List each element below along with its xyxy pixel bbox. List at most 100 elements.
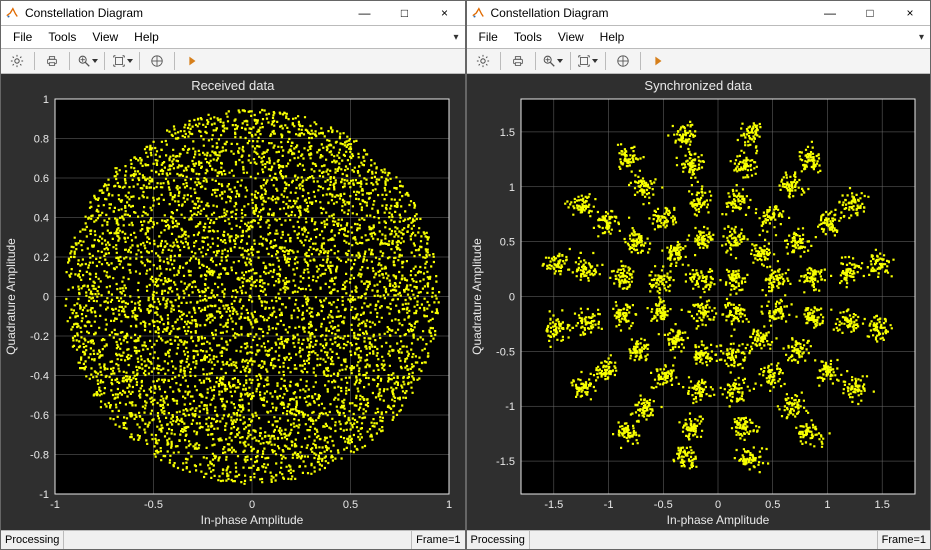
status-left: Processing bbox=[1, 531, 64, 549]
plot-title: Received data bbox=[1, 74, 465, 95]
menu-tools[interactable]: Tools bbox=[40, 28, 84, 46]
statusbar: Processing Frame=1 bbox=[1, 530, 465, 549]
svg-text:-0.5: -0.5 bbox=[496, 346, 515, 358]
toolbar-separator bbox=[640, 52, 641, 70]
print-button[interactable] bbox=[506, 51, 530, 71]
signal-play-icon bbox=[651, 54, 665, 68]
zoom-in-button[interactable] bbox=[541, 51, 565, 71]
status-left: Processing bbox=[467, 531, 530, 549]
matlab-app-icon bbox=[5, 6, 19, 20]
gear-button[interactable] bbox=[5, 51, 29, 71]
menu-view[interactable]: View bbox=[84, 28, 126, 46]
constellation-plot: -1-0.500.51-1-0.8-0.6-0.4-0.200.20.40.60… bbox=[1, 95, 465, 530]
zoom-in-button[interactable] bbox=[75, 51, 99, 71]
signal-play-button[interactable] bbox=[180, 51, 204, 71]
toolbar-separator bbox=[139, 52, 140, 70]
toolstrip-dropdown-icon[interactable]: ▾ bbox=[908, 32, 926, 43]
zoom-in-icon bbox=[542, 54, 556, 68]
signal-play-button[interactable] bbox=[646, 51, 670, 71]
svg-text:1.5: 1.5 bbox=[499, 127, 514, 139]
svg-text:-0.8: -0.8 bbox=[30, 450, 49, 462]
toolstrip-dropdown-icon[interactable]: ▾ bbox=[443, 32, 461, 43]
menu-file[interactable]: File bbox=[471, 28, 506, 46]
svg-text:0.2: 0.2 bbox=[34, 252, 49, 264]
svg-text:-0.2: -0.2 bbox=[30, 331, 49, 343]
status-right: Frame=1 bbox=[411, 531, 464, 549]
svg-text:1: 1 bbox=[824, 499, 830, 511]
constellation-icon bbox=[150, 54, 164, 68]
svg-text:-1: -1 bbox=[505, 401, 515, 413]
autoscale-icon bbox=[112, 54, 126, 68]
svg-text:-1: -1 bbox=[50, 499, 60, 511]
figure-window: Constellation Diagram — □ × FileToolsVie… bbox=[0, 0, 466, 550]
zoom-in-icon bbox=[77, 54, 91, 68]
matlab-app-icon bbox=[471, 6, 485, 20]
y-axis-label: Quadrature Amplitude bbox=[470, 238, 484, 355]
menu-file[interactable]: File bbox=[5, 28, 40, 46]
menu-view[interactable]: View bbox=[550, 28, 592, 46]
svg-text:0.5: 0.5 bbox=[343, 499, 358, 511]
titlebar: Constellation Diagram — □ × bbox=[467, 1, 931, 26]
print-button[interactable] bbox=[40, 51, 64, 71]
svg-text:-0.4: -0.4 bbox=[30, 371, 49, 383]
x-axis-label: In-phase Amplitude bbox=[666, 513, 769, 527]
status-right: Frame=1 bbox=[877, 531, 930, 549]
toolbar-separator bbox=[34, 52, 35, 70]
x-axis-label: In-phase Amplitude bbox=[201, 513, 304, 527]
constellation-button[interactable] bbox=[145, 51, 169, 71]
maximize-button[interactable]: □ bbox=[385, 1, 425, 25]
signal-play-icon bbox=[185, 54, 199, 68]
gear-icon bbox=[10, 54, 24, 68]
svg-text:0: 0 bbox=[714, 499, 720, 511]
menubar: FileToolsViewHelp ▾ bbox=[467, 26, 931, 49]
toolbar bbox=[1, 49, 465, 74]
svg-text:1: 1 bbox=[508, 182, 514, 194]
svg-text:0: 0 bbox=[249, 499, 255, 511]
toolbar bbox=[467, 49, 931, 74]
caret-down-icon bbox=[592, 59, 598, 63]
svg-text:0.5: 0.5 bbox=[765, 499, 780, 511]
svg-text:-1.5: -1.5 bbox=[496, 456, 515, 468]
close-button[interactable]: × bbox=[425, 1, 465, 25]
svg-text:-1.5: -1.5 bbox=[544, 499, 563, 511]
autoscale-icon bbox=[577, 54, 591, 68]
statusbar: Processing Frame=1 bbox=[467, 530, 931, 549]
svg-text:0.6: 0.6 bbox=[34, 173, 49, 185]
svg-text:-0.6: -0.6 bbox=[30, 410, 49, 422]
autoscale-button[interactable] bbox=[576, 51, 600, 71]
svg-text:0.4: 0.4 bbox=[34, 213, 49, 225]
caret-down-icon bbox=[127, 59, 133, 63]
svg-text:-0.5: -0.5 bbox=[144, 499, 163, 511]
gear-button[interactable] bbox=[471, 51, 495, 71]
svg-text:0.8: 0.8 bbox=[34, 134, 49, 146]
menu-tools[interactable]: Tools bbox=[506, 28, 550, 46]
toolbar-separator bbox=[104, 52, 105, 70]
plot-canvas[interactable]: -1.5-1-0.500.511.5-1.5-1-0.500.511.5In-p… bbox=[467, 95, 931, 530]
minimize-button[interactable]: — bbox=[810, 1, 850, 25]
plot-area[interactable]: Synchronized data -1.5-1-0.500.511.5-1.5… bbox=[467, 74, 931, 530]
svg-text:-1: -1 bbox=[39, 489, 49, 501]
minimize-button[interactable]: — bbox=[345, 1, 385, 25]
menu-help[interactable]: Help bbox=[126, 28, 167, 46]
toolbar-separator bbox=[69, 52, 70, 70]
svg-text:1: 1 bbox=[446, 499, 452, 511]
toolbar-separator bbox=[535, 52, 536, 70]
maximize-button[interactable]: □ bbox=[850, 1, 890, 25]
plot-area[interactable]: Received data -1 -0.5 0 0.5 1 -1 -0.8 -0.6 -0.4 -… bbox=[1, 74, 465, 530]
toolbar-separator bbox=[570, 52, 571, 70]
toolbar-separator bbox=[605, 52, 606, 70]
svg-text:1.5: 1.5 bbox=[874, 499, 889, 511]
constellation-button[interactable] bbox=[611, 51, 635, 71]
toolbar-separator bbox=[174, 52, 175, 70]
y-axis-label: Quadrature Amplitude bbox=[4, 238, 18, 355]
titlebar: Constellation Diagram — □ × bbox=[1, 1, 465, 26]
menu-help[interactable]: Help bbox=[592, 28, 633, 46]
autoscale-button[interactable] bbox=[110, 51, 134, 71]
constellation-icon bbox=[616, 54, 630, 68]
menubar: FileToolsViewHelp ▾ bbox=[1, 26, 465, 49]
close-button[interactable]: × bbox=[890, 1, 930, 25]
plot-canvas[interactable]: -1-0.500.51-1-0.8-0.6-0.4-0.200.20.40.60… bbox=[1, 95, 465, 530]
caret-down-icon bbox=[557, 59, 563, 63]
svg-text:0.5: 0.5 bbox=[499, 237, 514, 249]
print-icon bbox=[45, 54, 59, 68]
